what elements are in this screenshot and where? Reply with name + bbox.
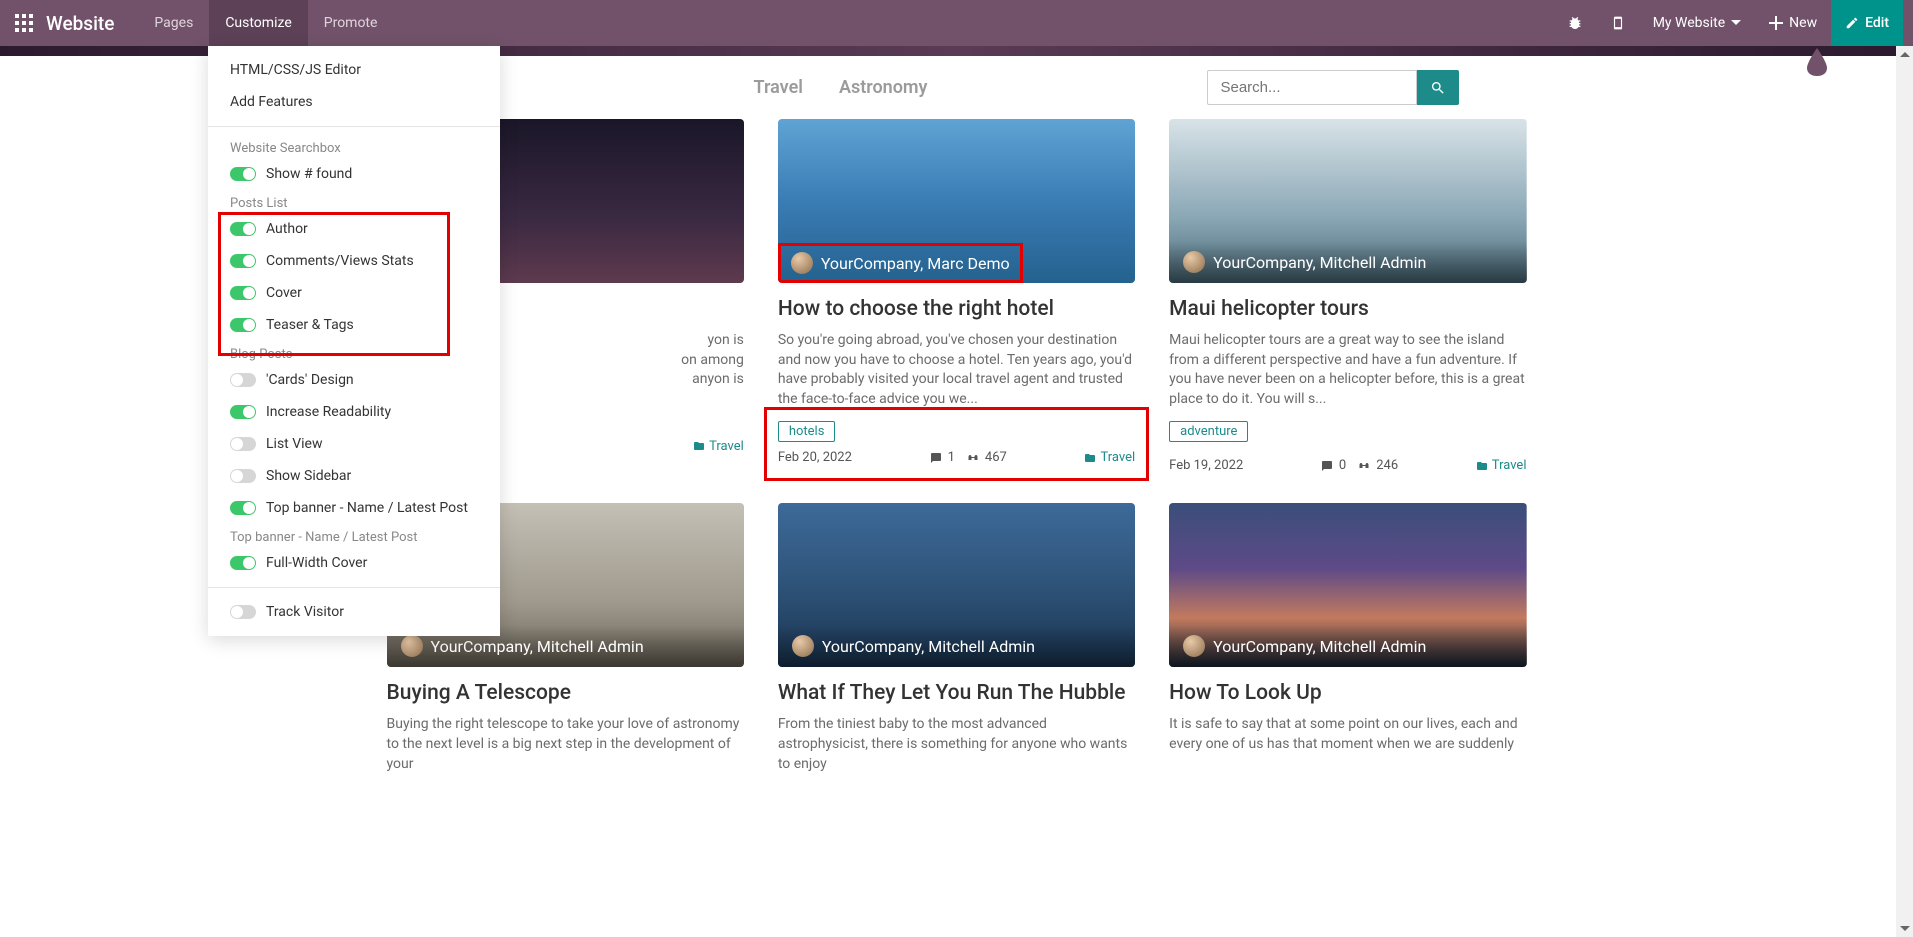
toggle-comments-stats[interactable]: Comments/Views Stats — [208, 245, 500, 277]
avatar — [791, 252, 813, 274]
toggle-author[interactable]: Author — [208, 213, 500, 245]
droplet-icon[interactable] — [1805, 48, 1829, 80]
apps-icon[interactable] — [10, 9, 38, 37]
toggle-cards-design[interactable]: 'Cards' Design — [208, 364, 500, 396]
tab-travel[interactable]: Travel — [754, 77, 803, 98]
toggle-track-visitor[interactable]: Track Visitor — [208, 596, 500, 628]
card-title: Buying A Telescope — [387, 681, 744, 705]
my-website-label: My Website — [1653, 15, 1725, 31]
my-website-dropdown[interactable]: My Website — [1639, 0, 1755, 46]
toggle-list-view[interactable]: List View — [208, 428, 500, 460]
toggle-icon — [230, 222, 256, 236]
comment-icon — [1321, 460, 1333, 472]
edit-button[interactable]: Edit — [1831, 0, 1903, 46]
card-title: Maui helicopter tours — [1169, 297, 1526, 321]
toggle-top-banner[interactable]: Top banner - Name / Latest Post — [208, 492, 500, 524]
card-category[interactable]: Travel — [1084, 450, 1135, 465]
highlight-meta-box — [764, 407, 1149, 481]
binoculars-icon — [967, 452, 979, 464]
tab-astronomy[interactable]: Astronomy — [839, 77, 928, 98]
card-author: YourCompany, Mitchell Admin — [822, 637, 1035, 656]
card-date: Feb 20, 2022 — [778, 450, 852, 465]
menu-html-editor[interactable]: HTML/CSS/JS Editor — [208, 54, 500, 86]
card-category[interactable]: Travel — [1476, 458, 1527, 473]
nav-pages[interactable]: Pages — [138, 0, 209, 46]
card-title: How to choose the right hotel — [778, 297, 1135, 321]
nav-promote[interactable]: Promote — [308, 0, 394, 46]
highlight-author-box: YourCompany, Marc Demo — [778, 243, 1023, 283]
section-top-banner: Top banner - Name / Latest Post — [208, 524, 500, 547]
card-title: How To Look Up — [1169, 681, 1526, 705]
binoculars-icon — [1358, 460, 1370, 472]
scroll-down-icon[interactable] — [1896, 920, 1913, 937]
blog-card[interactable]: YourCompany, Mitchell Admin What If They… — [778, 503, 1135, 774]
blog-card[interactable]: YourCompany, Mitchell Admin Maui helicop… — [1169, 119, 1526, 473]
avatar — [401, 635, 423, 657]
mobile-icon[interactable] — [1597, 0, 1639, 46]
avatar — [1183, 635, 1205, 657]
search-input[interactable] — [1207, 70, 1417, 105]
card-excerpt: So you're going abroad, you've chosen yo… — [778, 331, 1135, 409]
section-blog-posts: Blog Posts — [208, 341, 500, 364]
section-searchbox: Website Searchbox — [208, 135, 500, 158]
toggle-icon — [230, 469, 256, 483]
toggle-full-width-cover[interactable]: Full-Width Cover — [208, 547, 500, 579]
toggle-show-sidebar[interactable]: Show Sidebar — [208, 460, 500, 492]
card-comments: 0 — [1339, 458, 1346, 473]
card-excerpt: Maui helicopter tours are a great way to… — [1169, 331, 1526, 409]
toggle-icon — [230, 605, 256, 619]
card-author: YourCompany, Mitchell Admin — [431, 637, 644, 656]
card-author: YourCompany, Mitchell Admin — [1213, 637, 1426, 656]
brand[interactable]: Website — [46, 12, 114, 35]
toggle-cover[interactable]: Cover — [208, 277, 500, 309]
toggle-icon — [230, 167, 256, 181]
toggle-icon — [230, 556, 256, 570]
bug-icon[interactable] — [1553, 0, 1597, 46]
card-views: 467 — [985, 450, 1007, 465]
card-category[interactable]: Travel — [693, 439, 744, 454]
comment-icon — [930, 452, 942, 464]
card-excerpt: Buying the right telescope to take your … — [387, 715, 744, 774]
blog-card[interactable]: YourCompany, Marc Demo How to choose the… — [778, 119, 1135, 473]
toggle-icon — [230, 318, 256, 332]
card-excerpt: It is safe to say that at some point on … — [1169, 715, 1526, 754]
card-tag[interactable]: hotels — [778, 421, 836, 442]
blog-card[interactable]: YourCompany, Mitchell Admin How To Look … — [1169, 503, 1526, 774]
card-author: YourCompany, Mitchell Admin — [1213, 253, 1426, 272]
card-author: YourCompany, Marc Demo — [821, 254, 1010, 273]
card-cover: YourCompany, Marc Demo — [778, 119, 1135, 283]
card-comments: 1 — [948, 450, 955, 465]
card-cover: YourCompany, Mitchell Admin — [778, 503, 1135, 667]
menu-add-features[interactable]: Add Features — [208, 86, 500, 118]
scroll-up-icon[interactable] — [1896, 46, 1913, 63]
card-cover: YourCompany, Mitchell Admin — [1169, 503, 1526, 667]
top-nav: Website Pages Customize Promote My Websi… — [0, 0, 1913, 46]
card-tag[interactable]: adventure — [1169, 421, 1248, 442]
avatar — [1183, 251, 1205, 273]
new-button[interactable]: New — [1755, 0, 1831, 46]
toggle-show-found[interactable]: Show # found — [208, 158, 500, 190]
card-date: Feb 19, 2022 — [1169, 458, 1243, 473]
toggle-icon — [230, 286, 256, 300]
toggle-icon — [230, 373, 256, 387]
nav-customize[interactable]: Customize — [209, 0, 307, 46]
main-content: . . yon ison amonganyon is . Travel Your… — [367, 119, 1547, 814]
toggle-icon — [230, 405, 256, 419]
new-label: New — [1789, 15, 1817, 31]
section-posts-list: Posts List — [208, 190, 500, 213]
card-cover: YourCompany, Mitchell Admin — [1169, 119, 1526, 283]
toggle-icon — [230, 437, 256, 451]
toggle-teaser-tags[interactable]: Teaser & Tags — [208, 309, 500, 341]
edit-label: Edit — [1865, 15, 1889, 31]
card-excerpt: From the tiniest baby to the most advanc… — [778, 715, 1135, 774]
toggle-icon — [230, 254, 256, 268]
toggle-increase-readability[interactable]: Increase Readability — [208, 396, 500, 428]
scrollbar[interactable] — [1896, 46, 1913, 937]
avatar — [792, 635, 814, 657]
search-button[interactable] — [1417, 70, 1459, 105]
card-views: 246 — [1376, 458, 1398, 473]
toggle-icon — [230, 501, 256, 515]
card-title: What If They Let You Run The Hubble — [778, 681, 1135, 705]
customize-dropdown: HTML/CSS/JS Editor Add Features Website … — [208, 46, 500, 636]
